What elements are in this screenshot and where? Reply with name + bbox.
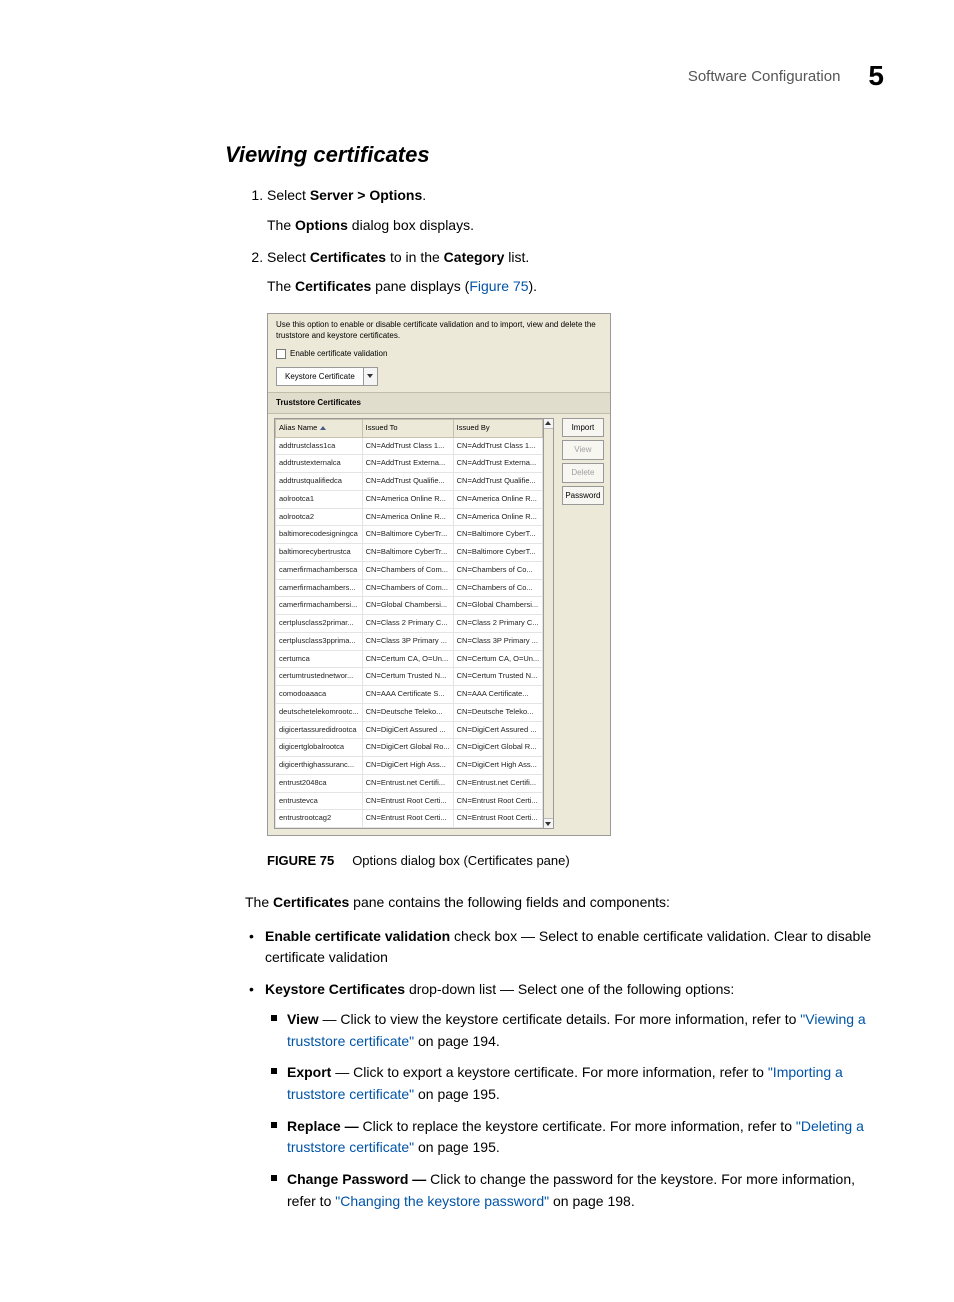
truststore-section-label: Truststore Certificates bbox=[268, 392, 610, 414]
table-row[interactable]: entrustrootcag2CN=Entrust Root Certi...C… bbox=[276, 810, 543, 828]
scrollbar[interactable] bbox=[544, 418, 554, 829]
table-row[interactable]: digicerthighassuranc...CN=DigiCert High … bbox=[276, 757, 543, 775]
cross-ref-link[interactable]: "Changing the keystore password" bbox=[335, 1193, 549, 1209]
table-row[interactable]: camerfirmachambersi...CN=Global Chambers… bbox=[276, 597, 543, 615]
table-row[interactable]: camerfirmachamberscaCN=Chambers of Com..… bbox=[276, 561, 543, 579]
table-row[interactable]: aolrootca1CN=America Online R...CN=Ameri… bbox=[276, 490, 543, 508]
field-list: Enable certificate validation check box … bbox=[245, 926, 884, 1213]
table-row[interactable]: certumtrustednetwor...CN=Certum Trusted … bbox=[276, 668, 543, 686]
table-row[interactable]: entrust2048caCN=Entrust.net Certifi...CN… bbox=[276, 774, 543, 792]
steps-list: Select Server > Options. The Options dia… bbox=[245, 184, 884, 872]
table-row[interactable]: digicertglobalrootcaCN=DigiCert Global R… bbox=[276, 739, 543, 757]
table-row[interactable]: aolrootca2CN=America Online R...CN=Ameri… bbox=[276, 508, 543, 526]
list-item: Replace — Click to replace the keystore … bbox=[287, 1116, 884, 1159]
keystore-combo-value: Keystore Certificate bbox=[277, 368, 363, 386]
figure-caption: FIGURE 75Options dialog box (Certificate… bbox=[267, 850, 884, 872]
import-button[interactable]: Import bbox=[562, 418, 604, 438]
chapter-number: 5 bbox=[868, 60, 884, 92]
section-title: Viewing certificates bbox=[225, 142, 884, 168]
table-row[interactable]: certplusclass3pprima...CN=Class 3P Prima… bbox=[276, 632, 543, 650]
password-button[interactable]: Password bbox=[562, 486, 604, 506]
col-header-alias[interactable]: Alias Name bbox=[276, 419, 363, 437]
list-item: Export — Click to export a keystore cert… bbox=[287, 1062, 884, 1105]
enable-validation-label: Enable certificate validation bbox=[290, 347, 387, 361]
table-row[interactable]: entrustevcaCN=Entrust Root Certi...CN=En… bbox=[276, 792, 543, 810]
delete-button[interactable]: Delete bbox=[562, 463, 604, 483]
table-row[interactable]: addtrustexternalcaCN=AddTrust Externa...… bbox=[276, 455, 543, 473]
table-row[interactable]: certumcaCN=Certum CA, O=Un...CN=Certum C… bbox=[276, 650, 543, 668]
figure-link[interactable]: Figure 75 bbox=[469, 278, 528, 294]
keystore-combo[interactable]: Keystore Certificate bbox=[276, 367, 378, 387]
truststore-table: Alias Name Issued To Issued By addtrustc… bbox=[275, 419, 543, 828]
table-row[interactable]: addtrustclass1caCN=AddTrust Class 1...CN… bbox=[276, 437, 543, 455]
panel-description: Use this option to enable or disable cer… bbox=[276, 320, 602, 341]
view-button[interactable]: View bbox=[562, 440, 604, 460]
step-1: Select Server > Options. The Options dia… bbox=[267, 184, 884, 238]
table-row[interactable]: addtrustqualifiedcaCN=AddTrust Qualifie.… bbox=[276, 473, 543, 491]
chevron-down-icon bbox=[363, 368, 377, 386]
step-2: Select Certificates to in the Category l… bbox=[267, 246, 884, 873]
sub-list: View — Click to view the keystore certif… bbox=[265, 1009, 884, 1213]
list-item: Change Password — Click to change the pa… bbox=[287, 1169, 884, 1212]
col-header-issued-by[interactable]: Issued By bbox=[453, 419, 543, 437]
list-item: View — Click to view the keystore certif… bbox=[287, 1009, 884, 1052]
scroll-down-icon[interactable] bbox=[544, 818, 553, 828]
page-header: Software Configuration 5 bbox=[90, 60, 884, 92]
enable-validation-checkbox[interactable] bbox=[276, 349, 286, 359]
table-row[interactable]: digicertassuredidrootcaCN=DigiCert Assur… bbox=[276, 721, 543, 739]
table-row[interactable]: baltimorecybertrustcaCN=Baltimore CyberT… bbox=[276, 544, 543, 562]
col-header-issued-to[interactable]: Issued To bbox=[362, 419, 453, 437]
table-row[interactable]: deutschetelekomrootc...CN=Deutsche Telek… bbox=[276, 703, 543, 721]
table-row[interactable]: camerfirmachambers...CN=Chambers of Com.… bbox=[276, 579, 543, 597]
sort-asc-icon bbox=[320, 426, 326, 430]
header-title: Software Configuration bbox=[688, 68, 841, 85]
list-item: Enable certificate validation check box … bbox=[265, 926, 884, 969]
table-row[interactable]: certplusclass2primar...CN=Class 2 Primar… bbox=[276, 615, 543, 633]
certificates-panel: Use this option to enable or disable cer… bbox=[267, 313, 611, 836]
table-row[interactable]: baltimorecodesigningcaCN=Baltimore Cyber… bbox=[276, 526, 543, 544]
body-paragraph: The Certificates pane contains the follo… bbox=[245, 892, 884, 914]
list-item: Keystore Certificates drop-down list — S… bbox=[265, 979, 884, 1212]
scroll-up-icon[interactable] bbox=[544, 419, 553, 429]
table-row[interactable]: comodoaaacaCN=AAA Certificate S...CN=AAA… bbox=[276, 686, 543, 704]
